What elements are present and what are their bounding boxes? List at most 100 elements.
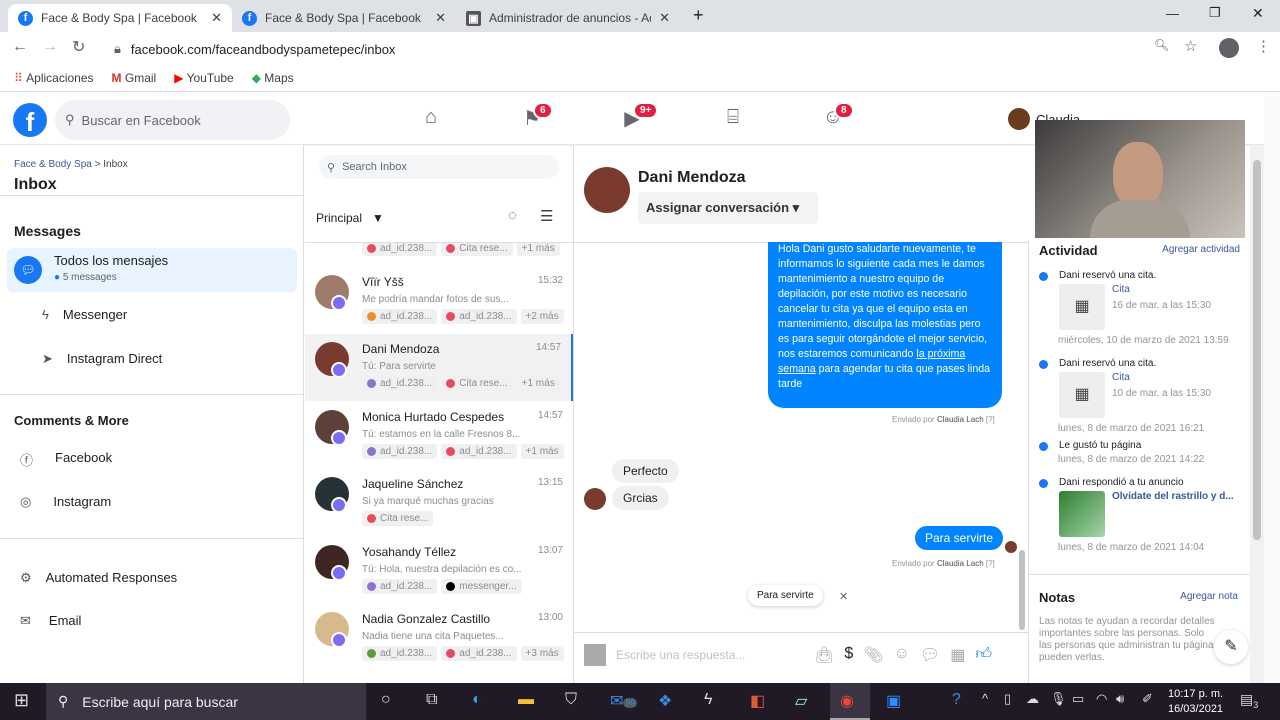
- app-icon[interactable]: ◧: [750, 691, 765, 711]
- conversation-item[interactable]: Monica Hurtado Cespedes 14:57 Tú: estamo…: [305, 402, 573, 469]
- chat-scrollbar[interactable]: [1019, 550, 1025, 630]
- saved-replies-icon[interactable]: 💬︎: [920, 645, 940, 665]
- conversation-item[interactable]: Dani Mendoza 14:57 Tú: Para servirte ad_i…: [305, 334, 573, 401]
- home-icon[interactable]: ⌂: [416, 106, 446, 134]
- tray-meet-icon[interactable]: ▯: [1004, 691, 1011, 707]
- groups-icon[interactable]: ☺ 8: [818, 102, 854, 134]
- label-tag[interactable]: Cita rese...: [441, 376, 513, 391]
- bookmark-youtube[interactable]: ▶ YouTube: [174, 71, 234, 85]
- bookmark-maps[interactable]: ◆ Maps: [252, 71, 294, 85]
- browser-tab[interactable]: f Face & Body Spa | Facebook ✕: [232, 4, 456, 32]
- taskbar-search[interactable]: ⚲ Escribe aquí para buscar: [46, 683, 366, 720]
- search-inbox-input[interactable]: ⚲ Search Inbox: [319, 155, 559, 179]
- volume-icon[interactable]: 🔊︎: [1116, 691, 1124, 707]
- breadcrumb-page-link[interactable]: Face & Body Spa: [14, 159, 92, 170]
- label-tag[interactable]: messenger...: [441, 578, 522, 594]
- edge-icon[interactable]: ◐: [472, 691, 482, 709]
- sidebar-item-instagram[interactable]: ◎ Instagram: [20, 494, 111, 510]
- contact-avatar[interactable]: [584, 167, 630, 213]
- user-avatar[interactable]: [1008, 108, 1030, 130]
- assign-conversation-button[interactable]: Assignar conversación ▾: [638, 192, 818, 224]
- label-tag[interactable]: ad_id.238...: [441, 646, 517, 661]
- conversation-item[interactable]: Nadia Gonzalez Castillo 13:00 Nadia tien…: [305, 604, 573, 671]
- conversation-item[interactable]: Tú: A tiad_id.238...Cita rese...+1 más: [305, 243, 573, 266]
- compose-note-icon[interactable]: ✎: [1214, 630, 1248, 664]
- task-view-icon[interactable]: ⧉: [426, 691, 437, 709]
- conversation-item[interactable]: Yosahandy Téllez 13:07 Tú: Hola, nuestra…: [305, 537, 573, 604]
- restore-icon[interactable]: ❐: [1209, 5, 1221, 21]
- file-explorer-icon[interactable]: ▬: [518, 691, 534, 709]
- ad-thumbnail[interactable]: [1059, 491, 1105, 537]
- label-tag[interactable]: ad_id.238...: [362, 308, 438, 324]
- shopping-bag-icon[interactable]: 👜︎: [814, 645, 834, 665]
- windows-start-icon[interactable]: ⊞: [14, 690, 29, 711]
- add-note-link[interactable]: Agregar nota: [1180, 591, 1238, 602]
- more-labels[interactable]: +2 más: [520, 308, 564, 324]
- reload-icon[interactable]: ↻: [72, 37, 85, 57]
- profile-icon[interactable]: [1219, 38, 1239, 58]
- label-tag[interactable]: ad_id.238...: [362, 243, 438, 256]
- attachment-icon[interactable]: 📎︎: [863, 645, 883, 665]
- url-bar[interactable]: 🔒︎ facebook.com/faceandbodyspametepec/inb…: [104, 36, 1204, 62]
- label-tag[interactable]: ad_id.238...: [362, 376, 438, 391]
- minimize-icon[interactable]: —: [1166, 6, 1179, 21]
- conversation-item[interactable]: Jaqueline Sánchez 13:15 Si ya marqué muc…: [305, 469, 573, 536]
- more-labels[interactable]: +3 más: [520, 646, 564, 661]
- messenger-status-icon[interactable]: ◌: [508, 207, 517, 224]
- pages-flag-icon[interactable]: ⚑ 6: [517, 102, 553, 134]
- filter-sliders-icon[interactable]: ☰: [540, 207, 553, 225]
- chrome-taskbar-button[interactable]: ◉: [830, 683, 870, 720]
- appointment-icon[interactable]: ▦: [950, 645, 965, 665]
- more-labels[interactable]: +1 más: [520, 443, 564, 459]
- dropbox-icon[interactable]: ❖: [658, 691, 672, 711]
- app-icon[interactable]: ϟ: [704, 691, 712, 709]
- close-tab-icon[interactable]: ✕: [435, 10, 446, 26]
- facebook-search-input[interactable]: ⚲ Buscar en Facebook: [55, 100, 290, 140]
- new-tab-icon[interactable]: +: [693, 5, 704, 26]
- label-tag[interactable]: ad_id.238...: [362, 443, 438, 459]
- microphone-icon[interactable]: 🎙︎: [1050, 691, 1067, 707]
- label-tag[interactable]: ad_id.238...: [362, 578, 438, 594]
- label-tag[interactable]: Cita rese...: [441, 243, 513, 256]
- emoji-icon[interactable]: ☺: [894, 645, 910, 665]
- close-tab-icon[interactable]: ✕: [211, 10, 222, 26]
- reply-input[interactable]: Escribe una respuesta...: [616, 648, 806, 662]
- store-icon[interactable]: ⛉: [565, 691, 577, 709]
- mail-icon[interactable]: ✉ 99: [610, 691, 638, 711]
- battery-icon[interactable]: ▭: [1072, 691, 1084, 707]
- help-icon[interactable]: ?: [952, 691, 961, 709]
- page-scrollbar[interactable]: [1250, 145, 1264, 683]
- dismiss-suggestion-icon[interactable]: ✕: [839, 590, 848, 603]
- more-labels[interactable]: +1 más: [516, 376, 560, 391]
- watch-icon[interactable]: ▶ 9+: [617, 102, 659, 134]
- clock[interactable]: 10:17 p. m. 16/03/2021: [1168, 687, 1223, 717]
- bookmark-apps[interactable]: ⠿ Aplicaciones: [14, 71, 94, 85]
- menu-icon[interactable]: ⋮: [1256, 37, 1271, 55]
- sidebar-item-automated-responses[interactable]: ⚙ Automated Responses: [20, 570, 177, 586]
- contact-name[interactable]: Dani Mendoza: [638, 169, 746, 187]
- notifications-icon[interactable]: ▤3: [1240, 691, 1258, 710]
- activity-card-title[interactable]: Cita: [1112, 284, 1130, 295]
- browser-tab[interactable]: f Face & Body Spa | Facebook ✕: [8, 4, 232, 32]
- close-window-icon[interactable]: ✕: [1252, 5, 1264, 22]
- cortana-icon[interactable]: ○: [381, 691, 391, 709]
- sidebar-item-email[interactable]: ✉ Email: [20, 613, 81, 629]
- add-activity-link[interactable]: Agregar actividad: [1162, 244, 1240, 255]
- close-tab-icon[interactable]: ✕: [659, 10, 670, 26]
- label-tag[interactable]: ad_id.238...: [441, 308, 517, 324]
- like-icon[interactable]: 👍︎: [975, 645, 992, 665]
- dollar-icon[interactable]: $: [844, 645, 853, 665]
- zoom-app-icon[interactable]: ▣: [886, 691, 901, 711]
- sidebar-item-instagram-direct[interactable]: ➤ Instagram Direct: [42, 351, 162, 367]
- pen-icon[interactable]: ✐: [1142, 691, 1153, 707]
- activity-card-title[interactable]: Olvídate del rastrillo y d...: [1112, 491, 1234, 502]
- label-tag[interactable]: Cita rese...: [362, 511, 434, 526]
- facebook-logo-icon[interactable]: f: [13, 103, 47, 137]
- tray-chevron-icon[interactable]: ^: [982, 691, 988, 706]
- filter-dropdown[interactable]: Principal ▼: [316, 211, 384, 225]
- wifi-icon[interactable]: ◠: [1096, 691, 1107, 707]
- activity-card-title[interactable]: Cita: [1112, 372, 1130, 383]
- back-icon[interactable]: ←: [12, 38, 28, 56]
- sidebar-item-messenger[interactable]: ϟ Messenger: [42, 307, 127, 322]
- conversation-item[interactable]: Vîïr Yšš 15:32 Me podría mandar fotos de…: [305, 267, 573, 334]
